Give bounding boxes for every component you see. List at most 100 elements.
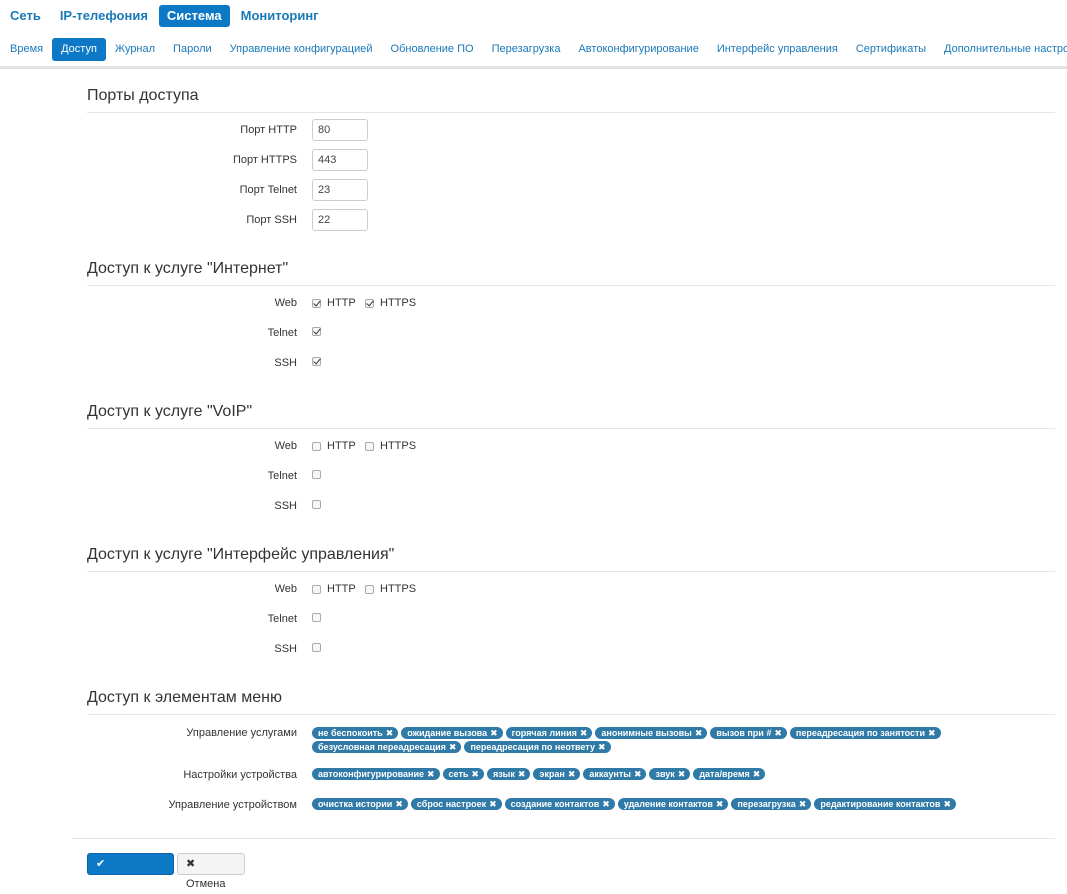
tab-monitoring[interactable]: Мониторинг (233, 5, 327, 27)
http-port-input[interactable]: 80 (312, 119, 368, 141)
nav-divider (0, 66, 1067, 69)
tab-system[interactable]: Система (158, 5, 230, 27)
menu-tag-label: перезагрузка (737, 799, 796, 809)
menu-tag-label: автоконфигурирование (318, 769, 424, 779)
remove-tag-icon[interactable]: ✖ (716, 799, 724, 809)
menu-tag: перезагрузка ✖ (731, 798, 812, 810)
menu-tag-label: аккаунты (589, 769, 631, 779)
menu-tag-label: звук (655, 769, 675, 779)
menu-tag-label: анонимные вызовы (601, 728, 692, 738)
remove-tag-icon[interactable]: ✖ (568, 769, 576, 779)
section-title-voip: Доступ к услуге "VoIP" (87, 402, 1055, 429)
subtab-config-management[interactable]: Управление конфигурацией (221, 38, 382, 61)
ssh-port-input[interactable]: 22 (312, 209, 368, 231)
cancel-button-label: Отмена (186, 878, 226, 890)
subtab-access[interactable]: Доступ (52, 37, 106, 61)
subtab-time[interactable]: Время (0, 38, 52, 61)
form-divider (72, 838, 1055, 839)
menu-tag: сброс настроек ✖ (410, 798, 502, 810)
menu-tag: звук ✖ (649, 768, 691, 780)
remove-tag-icon[interactable]: ✖ (928, 728, 936, 738)
menu-tag: безусловная переадресация ✖ (312, 741, 462, 753)
menu-tag: вызов при # ✖ (710, 727, 787, 739)
device-management-tags: очистка истории ✖ сброс настроек ✖ создание … (312, 798, 1012, 812)
internet-ssh-label: SSH (274, 357, 297, 369)
menu-tag: горячая линия ✖ (505, 727, 593, 739)
https-port-input[interactable]: 443 (312, 149, 368, 171)
remove-tag-icon[interactable]: ✖ (518, 769, 526, 779)
section-title-menu-access: Доступ к элементам меню (87, 688, 1055, 715)
ssh-port-label: Порт SSH (246, 214, 297, 226)
menu-tag-label: экран (539, 769, 565, 779)
menu-tag: создание контактов ✖ (504, 798, 615, 810)
menu-tag: анонимные вызовы ✖ (595, 727, 708, 739)
internet-web-label: Web (274, 297, 297, 309)
voip-https-checkbox[interactable] (365, 442, 374, 451)
internet-http-label: HTTP (327, 297, 356, 309)
menu-tag-label: безусловная переадресация (318, 742, 446, 752)
menu-tag: экран ✖ (533, 768, 581, 780)
subtab-reboot[interactable]: Перезагрузка (483, 38, 570, 61)
menu-tag-label: очистка истории (318, 799, 393, 809)
http-port-label: Порт HTTP (240, 124, 297, 136)
remove-tag-icon[interactable]: ✖ (602, 799, 610, 809)
remove-tag-icon[interactable]: ✖ (799, 799, 807, 809)
internet-http-checkbox[interactable] (312, 299, 321, 308)
internet-telnet-checkbox[interactable] (312, 327, 321, 336)
internet-telnet-label: Telnet (267, 327, 297, 339)
internet-ssh-checkbox[interactable] (312, 357, 321, 366)
tab-ip-telephony[interactable]: IP-телефония (52, 5, 156, 27)
subtab-log[interactable]: Журнал (106, 38, 164, 61)
mgmt-ssh-checkbox[interactable] (312, 643, 321, 652)
remove-tag-icon[interactable]: ✖ (490, 728, 498, 738)
remove-tag-icon[interactable]: ✖ (678, 769, 686, 779)
cancel-button[interactable]: ✖ Отмена (177, 853, 245, 890)
apply-button[interactable]: ✔ Применить (87, 853, 174, 890)
remove-tag-icon[interactable]: ✖ (427, 769, 435, 779)
voip-web-label: Web (274, 440, 297, 452)
device-management-label: Управление устройством (168, 799, 297, 811)
menu-tag-label: переадресация по неответу (470, 742, 595, 752)
apply-button-label: Применить (96, 878, 158, 890)
tab-network[interactable]: Сеть (0, 5, 49, 27)
mgmt-telnet-checkbox[interactable] (312, 613, 321, 622)
sub-nav: Время Доступ Журнал Пароли Управление ко… (0, 37, 1067, 61)
remove-tag-icon[interactable]: ✖ (774, 728, 782, 738)
subtab-additional-settings[interactable]: Дополнительные настройки (935, 38, 1067, 61)
close-icon: ✖ (186, 858, 196, 870)
voip-ssh-label: SSH (274, 500, 297, 512)
mgmt-https-checkbox[interactable] (365, 585, 374, 594)
menu-tag-label: создание контактов (510, 799, 600, 809)
remove-tag-icon[interactable]: ✖ (580, 728, 588, 738)
menu-tag-label: ожидание вызова (407, 728, 488, 738)
internet-https-checkbox[interactable] (365, 299, 374, 308)
remove-tag-icon[interactable]: ✖ (395, 799, 403, 809)
remove-tag-icon[interactable]: ✖ (634, 769, 642, 779)
remove-tag-icon[interactable]: ✖ (386, 728, 394, 738)
remove-tag-icon[interactable]: ✖ (695, 728, 703, 738)
voip-ssh-checkbox[interactable] (312, 500, 321, 509)
mgmt-http-checkbox[interactable] (312, 585, 321, 594)
remove-tag-icon[interactable]: ✖ (449, 742, 457, 752)
menu-tag: не беспокоить ✖ (312, 727, 399, 739)
subtab-firmware-update[interactable]: Обновление ПО (382, 38, 483, 61)
remove-tag-icon[interactable]: ✖ (943, 799, 951, 809)
subtab-certificates[interactable]: Сертификаты (847, 38, 935, 61)
remove-tag-icon[interactable]: ✖ (753, 769, 761, 779)
menu-tag: язык ✖ (486, 768, 531, 780)
voip-telnet-checkbox[interactable] (312, 470, 321, 479)
menu-tag: сеть ✖ (442, 768, 484, 780)
subtab-passwords[interactable]: Пароли (164, 38, 221, 61)
subtab-autoprovisioning[interactable]: Автоконфигурирование (569, 38, 707, 61)
top-nav: Сеть IP-телефония Система Мониторинг (0, 5, 330, 27)
telnet-port-input[interactable]: 23 (312, 179, 368, 201)
remove-tag-icon[interactable]: ✖ (489, 799, 497, 809)
section-title-management: Доступ к услуге "Интерфейс управления" (87, 545, 1055, 572)
menu-tag: редактирование контактов ✖ (814, 798, 956, 810)
menu-tag: ожидание вызова ✖ (401, 727, 503, 739)
remove-tag-icon[interactable]: ✖ (471, 769, 479, 779)
mgmt-web-label: Web (274, 583, 297, 595)
remove-tag-icon[interactable]: ✖ (598, 742, 606, 752)
subtab-management-interface[interactable]: Интерфейс управления (708, 38, 847, 61)
voip-http-checkbox[interactable] (312, 442, 321, 451)
